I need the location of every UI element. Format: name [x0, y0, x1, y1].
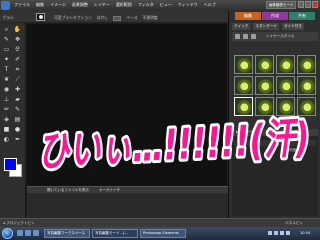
system-tray — [268, 231, 290, 235]
maximize-icon[interactable] — [305, 1, 311, 8]
clone-stamp-tool-icon[interactable]: ⊥ — [2, 96, 11, 104]
tray-icon[interactable] — [286, 231, 290, 235]
tray-icon[interactable] — [274, 231, 278, 235]
quick-launch — [17, 230, 39, 236]
project-bin[interactable] — [27, 193, 228, 218]
menu-view[interactable]: ビュー — [160, 2, 172, 8]
type-tool-icon[interactable]: T — [2, 66, 11, 74]
menu-items: ファイル 編集 イメージ 画質調整 レイヤー 選択範囲 フィルタ ビュー ウィン… — [14, 2, 216, 8]
brush-mode-label[interactable]: 可変ブラシオプション — [54, 15, 92, 21]
close-icon[interactable] — [312, 1, 318, 8]
clock: 10:54 — [300, 231, 311, 235]
paint-bucket-tool-icon[interactable]: ◈ — [2, 116, 11, 124]
project-bin-toggle[interactable]: ◂ プロジェクトビン — [3, 221, 35, 226]
effects-category-label[interactable]: レイヤースタイル — [266, 34, 294, 39]
overlay-caption-svg: ひいぃ…!!!!!!(汗) — [34, 110, 314, 179]
effect-thumbnail[interactable] — [276, 55, 295, 74]
layer-styles-icon[interactable] — [243, 34, 248, 39]
window-controls — [298, 1, 318, 8]
tray-icon[interactable] — [280, 231, 284, 235]
size-value[interactable]: ベース — [126, 15, 137, 21]
menu-enhance[interactable]: 画質調整 — [72, 2, 88, 8]
pencil-tool-icon[interactable]: ✒ — [13, 136, 22, 144]
status-bar: ◂ プロジェクトビン パネルビン — [0, 218, 320, 227]
brush-tool-icon[interactable]: ✏ — [2, 106, 11, 114]
overlay-caption-text: ひいぃ…!!!!!!(汗) — [37, 113, 311, 176]
menu-layer[interactable]: レイヤー — [94, 2, 110, 8]
lasso-tool-icon[interactable]: ᘓ — [13, 46, 22, 54]
effect-thumbnail[interactable] — [234, 76, 253, 95]
red-eye-tool-icon[interactable]: ◉ — [2, 86, 11, 94]
tab-quick[interactable]: クイック — [232, 23, 251, 30]
zoom-tool-icon[interactable]: ⌕ — [2, 26, 11, 34]
effect-thumbnail[interactable] — [276, 76, 295, 95]
effects-toolbar: レイヤースタイル — [232, 32, 318, 41]
windows-taskbar: 写真編集ワークスペース 写真編集モード - [... Photoshop Ele… — [0, 227, 320, 240]
menu-image[interactable]: イメージ — [50, 2, 66, 8]
gradient-tool-icon[interactable]: ▤ — [13, 116, 22, 124]
tray-icon[interactable] — [268, 231, 272, 235]
organizer-mode-button[interactable]: 画像管理モード — [266, 1, 296, 9]
effect-thumbnail[interactable] — [234, 55, 253, 74]
eraser-tool-icon[interactable]: ▰ — [13, 96, 22, 104]
brush-preset-picker[interactable] — [36, 13, 45, 21]
foreground-color-swatch[interactable] — [4, 158, 17, 171]
effect-thumbnail[interactable] — [297, 55, 316, 74]
mode-tabs: 編集 作成 共有 — [235, 12, 315, 20]
menu-filter[interactable]: フィルタ — [138, 2, 154, 8]
menubar: ファイル 編集 イメージ 画質調整 レイヤー 選択範囲 フィルタ ビュー ウィン… — [0, 0, 320, 11]
menu-edit[interactable]: 編集 — [36, 2, 44, 8]
selection-brush-tool-icon[interactable]: ✐ — [13, 56, 22, 64]
menu-window[interactable]: ウィンドウ — [178, 2, 198, 8]
tab-create[interactable]: 作成 — [262, 12, 288, 20]
minimize-icon[interactable] — [298, 1, 304, 8]
edit-sub-tabs: クイック スタンダード ガイド付き — [232, 23, 318, 30]
quick-launch-icon[interactable] — [25, 230, 31, 236]
shape-tool-icon[interactable]: ■ — [2, 126, 11, 134]
effect-thumbnail[interactable] — [255, 55, 274, 74]
start-button-icon[interactable] — [2, 228, 13, 239]
opacity-option-label[interactable]: 不透明度 — [143, 15, 158, 21]
quick-launch-icon[interactable] — [33, 230, 39, 236]
quick-launch-icon[interactable] — [17, 230, 23, 236]
smart-brush-tool-icon[interactable]: ✎ — [13, 106, 22, 114]
menu-file[interactable]: ファイル — [14, 2, 30, 8]
taskbar-task-active[interactable]: 写真編集モード - [... — [92, 229, 138, 238]
effect-thumbnail[interactable] — [297, 76, 316, 95]
taskbar-task[interactable]: 写真編集ワークスペース — [44, 229, 90, 238]
crop-tool-icon[interactable]: ⌗ — [13, 66, 22, 74]
app-logo-icon — [1, 1, 10, 10]
tab-share[interactable]: 共有 — [289, 12, 315, 20]
option-fields: 可変ブラシオプション ぼかし ベース 不透明度 — [54, 15, 158, 21]
tab-guided[interactable]: ガイド付き — [281, 23, 304, 30]
panel-bin-toggle[interactable]: パネルビン — [285, 221, 303, 226]
marquee-tool-icon[interactable]: ▭ — [2, 46, 11, 54]
eyedropper-tool-icon[interactable]: ✎ — [2, 36, 11, 44]
menu-help[interactable]: ヘルプ — [204, 2, 216, 8]
hand-tool-icon[interactable]: ✋ — [13, 26, 22, 34]
filters-icon[interactable] — [235, 34, 240, 39]
tab-standard[interactable]: スタンダード — [253, 23, 279, 30]
sponge-tool-icon[interactable]: ◐ — [2, 136, 11, 144]
project-bin-header: 開いているファイルを表示 オーガナイザ — [27, 186, 228, 193]
blur-tool-icon[interactable]: ● — [13, 126, 22, 134]
toolbox: ⌕ ✋ ✎ ✥ ▭ ᘓ ✦ ✐ T ⌗ ❦ ⟋ ◉ ✚ ⊥ ▰ ✏ ✎ ◈ ▤ … — [0, 23, 26, 218]
straighten-tool-icon[interactable]: ⟋ — [13, 76, 22, 84]
tool-options-bar: ブラシ 可変ブラシオプション ぼかし ベース 不透明度 — [0, 11, 228, 23]
overlay-caption: ひいぃ…!!!!!!(汗) — [30, 107, 320, 187]
size-label: ぼかし — [96, 15, 109, 20]
magic-wand-tool-icon[interactable]: ✦ — [2, 56, 11, 64]
move-tool-icon[interactable]: ✥ — [13, 36, 22, 44]
tab-edit[interactable]: 編集 — [235, 12, 261, 20]
effect-thumbnail[interactable] — [255, 76, 274, 95]
tool-label: ブラシ — [2, 15, 14, 20]
photo-effects-icon[interactable] — [251, 34, 256, 39]
healing-brush-tool-icon[interactable]: ✚ — [13, 86, 22, 94]
menu-select[interactable]: 選択範囲 — [116, 2, 132, 8]
cookie-cutter-tool-icon[interactable]: ❦ — [2, 76, 11, 84]
size-field[interactable] — [113, 15, 122, 21]
taskbar-task[interactable]: Photoshop Elements — [140, 229, 186, 238]
